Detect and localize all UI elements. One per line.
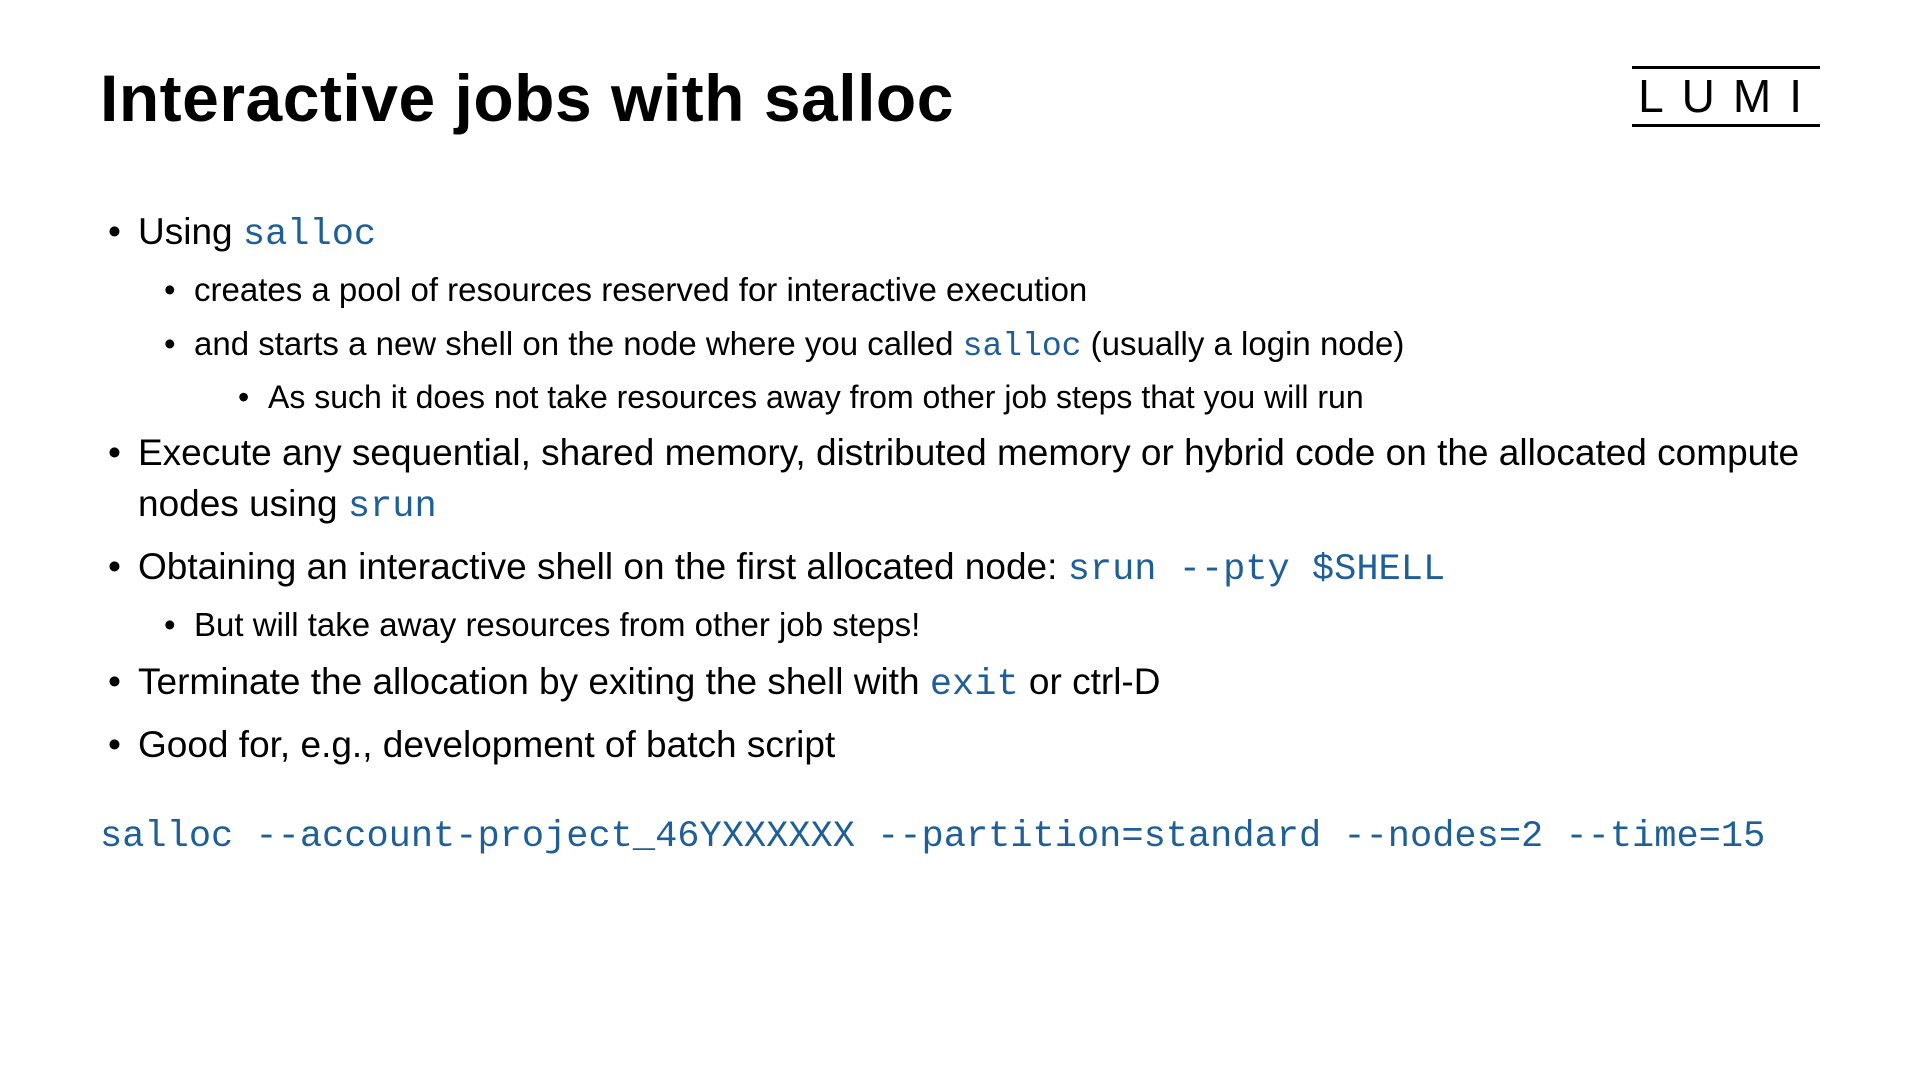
bullet-list: Using salloc creates a pool of resources… xyxy=(100,206,1820,770)
bullet-item: Execute any sequential, shared memory, d… xyxy=(100,427,1820,533)
slide: Interactive jobs with salloc LUMI Using … xyxy=(0,0,1920,1080)
header: Interactive jobs with salloc LUMI xyxy=(100,60,1820,136)
bullet-item: and starts a new shell on the node where… xyxy=(156,321,1820,420)
bullet-item: Using salloc creates a pool of resources… xyxy=(100,206,1820,419)
code-inline: srun --pty $SHELL xyxy=(1068,549,1445,591)
text: or ctrl-D xyxy=(1019,661,1161,702)
text: and starts a new shell on the node where… xyxy=(194,325,963,362)
bullet-item: creates a pool of resources reserved for… xyxy=(156,267,1820,313)
text: Using xyxy=(138,211,243,252)
text: Obtaining an interactive shell on the fi… xyxy=(138,546,1068,587)
text: (usually a login node) xyxy=(1081,325,1404,362)
code-inline: srun xyxy=(348,486,437,528)
command-line: salloc --account-project_46YXXXXXX --par… xyxy=(100,812,1820,863)
bullet-item: Good for, e.g., development of batch scr… xyxy=(100,719,1820,770)
content: Using salloc creates a pool of resources… xyxy=(100,206,1820,863)
code-inline: salloc xyxy=(243,214,376,256)
bullet-item: As such it does not take resources away … xyxy=(230,375,1820,419)
text: Terminate the allocation by exiting the … xyxy=(138,661,930,702)
slide-title: Interactive jobs with salloc xyxy=(100,60,954,136)
bullet-item: Terminate the allocation by exiting the … xyxy=(100,656,1820,711)
bullet-item: But will take away resources from other … xyxy=(156,602,1820,648)
code-inline: salloc xyxy=(963,328,1082,365)
code-inline: exit xyxy=(930,664,1019,706)
lumi-logo: LUMI xyxy=(1632,66,1820,127)
bullet-item: Obtaining an interactive shell on the fi… xyxy=(100,541,1820,648)
